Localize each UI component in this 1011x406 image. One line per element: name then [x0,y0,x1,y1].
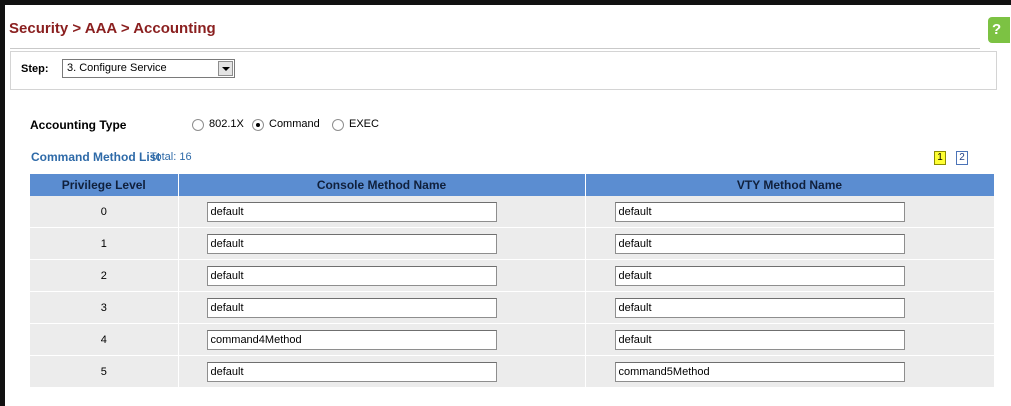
command-method-list-title: Command Method List [31,150,161,164]
table-row: 3 [30,291,995,324]
radio-exec[interactable] [332,119,344,131]
method-table: Privilege Level Console Method Name VTY … [30,174,995,388]
accounting-type-label: Accounting Type [30,118,127,132]
table-row: 5 [30,355,995,388]
privilege-level-cell: 1 [30,227,179,260]
privilege-level-cell: 5 [30,355,179,388]
privilege-level-cell: 0 [30,196,179,228]
console-method-cell [178,227,586,260]
total-count: Total: 16 [150,151,192,163]
console-method-cell [178,196,586,228]
privilege-level-cell: 4 [30,323,179,356]
privilege-level-cell: 3 [30,291,179,324]
console-method-cell [178,259,586,292]
radio-command[interactable] [252,119,264,131]
radio-command-label: Command [269,118,320,130]
vty-method-input[interactable] [614,361,905,382]
vty-method-input[interactable] [614,297,905,318]
table-header-row: Privilege Level Console Method Name VTY … [30,174,995,196]
step-select-value: 3. Configure Service [67,62,167,74]
console-method-input[interactable] [206,361,497,382]
window-frame-left [0,0,5,406]
vty-method-input[interactable] [614,201,905,222]
vty-method-cell [585,355,995,388]
radio-8021x-label: 802.1X [209,118,244,130]
column-header-vty-method: VTY Method Name [585,174,995,196]
vty-method-input[interactable] [614,329,905,350]
vty-method-input[interactable] [614,233,905,254]
table-row: 2 [30,259,995,292]
console-method-input[interactable] [206,297,497,318]
console-method-input[interactable] [206,201,497,222]
page-link-1[interactable]: 1 [934,151,946,165]
column-header-console-method: Console Method Name [178,174,586,196]
chevron-down-icon[interactable] [218,61,233,76]
step-select[interactable]: 3. Configure Service [62,59,235,78]
page-link-2[interactable]: 2 [956,151,968,165]
help-icon[interactable]: ? [988,17,1010,43]
radio-exec-label: EXEC [349,118,379,130]
console-method-input[interactable] [206,233,497,254]
step-label: Step: [21,63,49,75]
privilege-level-cell: 2 [30,259,179,292]
column-header-privilege-level: Privilege Level [30,174,179,196]
console-method-input[interactable] [206,329,497,350]
breadcrumb: Security > AAA > Accounting [9,20,216,37]
console-method-input[interactable] [206,265,497,286]
console-method-cell [178,323,586,356]
vty-method-cell [585,291,995,324]
table-row: 4 [30,323,995,356]
vty-method-input[interactable] [614,265,905,286]
vty-method-cell [585,323,995,356]
vty-method-cell [585,196,995,228]
vty-method-cell [585,227,995,260]
table-row: 1 [30,227,995,260]
radio-8021x[interactable] [192,119,204,131]
console-method-cell [178,355,586,388]
vty-method-cell [585,259,995,292]
console-method-cell [178,291,586,324]
window-frame-top [0,0,1011,5]
table-row: 0 [30,196,995,228]
